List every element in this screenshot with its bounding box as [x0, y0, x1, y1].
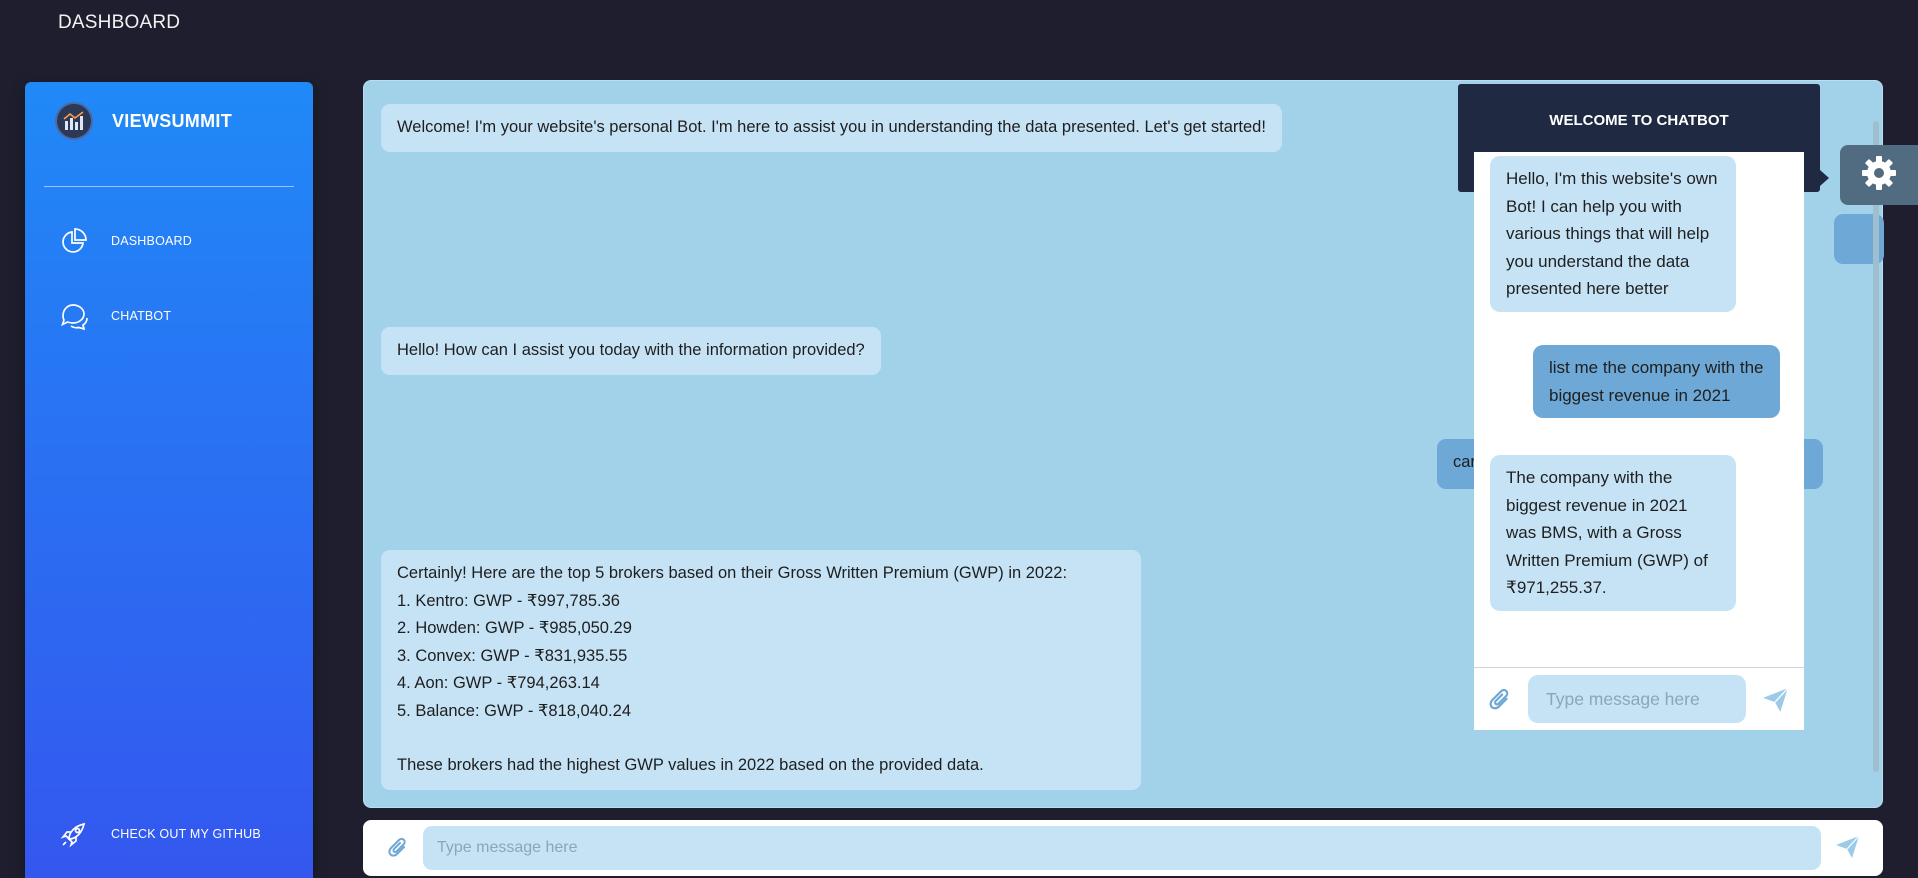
- widget-bot-message: Hello, I'm this website's own Bot! I can…: [1490, 156, 1736, 312]
- brand[interactable]: VIEWSUMMIT: [55, 102, 232, 140]
- sidebar: VIEWSUMMIT DASHBOARD CHATBOT CHECK OUT M…: [25, 82, 313, 878]
- chatbot-widget-title: WELCOME TO CHATBOT: [1549, 112, 1729, 129]
- send-icon[interactable]: [1762, 687, 1790, 718]
- message-line: 3. Convex: GWP - ₹831,935.55: [397, 646, 628, 665]
- sidebar-divider: [44, 186, 294, 187]
- chatbot-widget: Hello, I'm this website's own Bot! I can…: [1474, 152, 1804, 730]
- message-spacer: [397, 725, 1125, 752]
- sidebar-item-label: DASHBOARD: [111, 234, 192, 248]
- github-link-label: CHECK OUT MY GITHUB: [111, 827, 261, 841]
- page-title: DASHBOARD: [58, 12, 181, 33]
- brand-name: VIEWSUMMIT: [112, 110, 232, 131]
- widget-pointer: [1820, 170, 1829, 186]
- message-line: These brokers had the highest GWP values…: [397, 756, 984, 774]
- paperclip-icon[interactable]: [388, 837, 408, 864]
- message-input[interactable]: [423, 826, 1821, 870]
- chat-input-bar: [363, 820, 1883, 876]
- settings-button[interactable]: [1840, 145, 1918, 205]
- rocket-icon: [59, 819, 89, 849]
- bot-message: Certainly! Here are the top 5 brokers ba…: [381, 550, 1141, 790]
- gear-icon: [1859, 153, 1899, 198]
- paperclip-icon[interactable]: [1488, 688, 1512, 717]
- widget-bot-message: The company with the biggest revenue in …: [1490, 455, 1736, 611]
- bot-message: Hello! How can I assist you today with t…: [381, 327, 881, 375]
- widget-input-bar: [1474, 667, 1804, 730]
- bot-message: Welcome! I'm your website's personal Bot…: [381, 104, 1282, 152]
- brand-logo-icon: [55, 102, 93, 140]
- message-line: 5. Balance: GWP - ₹818,040.24: [397, 701, 631, 720]
- chat-scrollbar[interactable]: [1873, 121, 1879, 772]
- top-bar: DASHBOARD: [0, 0, 1918, 46]
- widget-message-input[interactable]: [1528, 675, 1746, 723]
- send-icon[interactable]: [1835, 835, 1861, 864]
- sidebar-item-label: CHATBOT: [111, 309, 172, 323]
- message-line: Certainly! Here are the top 5 brokers ba…: [397, 564, 1068, 582]
- widget-user-message: list me the company with the biggest rev…: [1533, 345, 1780, 418]
- github-link[interactable]: CHECK OUT MY GITHUB: [59, 819, 261, 849]
- message-line: 1. Kentro: GWP - ₹997,785.36: [397, 591, 620, 610]
- sidebar-item-dashboard[interactable]: DASHBOARD: [59, 226, 192, 256]
- chat-bubbles-icon: [59, 301, 89, 331]
- sidebar-item-chatbot[interactable]: CHATBOT: [59, 301, 171, 331]
- message-line: 2. Howden: GWP - ₹985,050.29: [397, 619, 632, 637]
- message-line: 4. Aon: GWP - ₹794,263.14: [397, 674, 600, 692]
- pie-chart-icon: [59, 226, 89, 256]
